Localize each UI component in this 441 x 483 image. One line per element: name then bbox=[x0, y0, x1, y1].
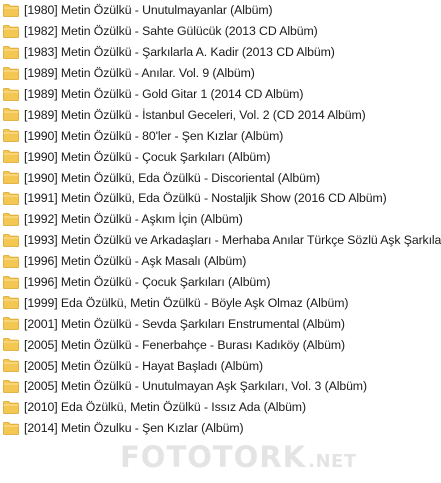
folder-item[interactable]: [2014] Metin Özulku - Şen Kızlar (Albüm) bbox=[0, 418, 441, 439]
folder-item[interactable]: [2005] Metin Özülkü - Unutulmayan Aşk Şa… bbox=[0, 376, 441, 397]
folder-item[interactable]: [1980] Metin Özülkü - Unutulmayanlar (Al… bbox=[0, 0, 441, 21]
folder-name: [2001] Metin Özülkü - Sevda Şarkıları En… bbox=[24, 316, 345, 331]
folder-name: [2010] Eda Özülkü, Metin Özülkü - Issız … bbox=[24, 400, 306, 415]
folder-item[interactable]: [2001] Metin Özülkü - Sevda Şarkıları En… bbox=[0, 313, 441, 334]
folder-icon bbox=[3, 4, 19, 17]
folder-item[interactable]: [1990] Metin Özülkü - Çocuk Şarkıları (A… bbox=[0, 146, 441, 167]
folder-item[interactable]: [1990] Metin Özülkü, Eda Özülkü - Discor… bbox=[0, 167, 441, 188]
folder-name: [1996] Metin Özülkü - Aşk Masalı (Albüm) bbox=[24, 254, 247, 269]
folder-name: [1999] Eda Özülkü, Metin Özülkü - Böyle … bbox=[24, 295, 349, 310]
folder-name: [1992] Metin Özülkü - Aşkım İçin (Albüm) bbox=[24, 212, 243, 227]
folder-icon bbox=[3, 400, 19, 414]
folder-item[interactable]: [2010] Eda Özülkü, Metin Özülkü - Issız … bbox=[0, 397, 441, 418]
folder-list: [1980] Metin Özülkü - Unutulmayanlar (Al… bbox=[0, 0, 441, 439]
folder-icon bbox=[3, 254, 19, 268]
folder-item[interactable]: [2005] Metin Özülkü - Hayat Başladı (Alb… bbox=[0, 355, 441, 376]
folder-name: [2005] Metin Özülkü - Fenerbahçe - Buras… bbox=[24, 337, 345, 352]
folder-icon bbox=[3, 150, 19, 164]
folder-name: [1980] Metin Özülkü - Unutulmayanlar (Al… bbox=[24, 3, 273, 18]
folder-name: [1996] Metin Özülkü - Çocuk Şarkıları (A… bbox=[24, 275, 271, 290]
folder-name: [2005] Metin Özülkü - Unutulmayan Aşk Şa… bbox=[24, 379, 367, 394]
watermark-logo: FOTOTORK .NET bbox=[120, 440, 360, 474]
folder-icon bbox=[3, 129, 19, 143]
folder-item[interactable]: [1996] Metin Özülkü - Aşk Masalı (Albüm) bbox=[0, 251, 441, 272]
folder-icon bbox=[3, 66, 19, 80]
folder-icon bbox=[3, 359, 19, 372]
folder-item[interactable]: [1990] Metin Özülkü - 80'ler - Şen Kızla… bbox=[0, 125, 441, 146]
folder-item[interactable]: [1992] Metin Özülkü - Aşkım İçin (Albüm) bbox=[0, 209, 441, 230]
folder-icon bbox=[3, 421, 19, 435]
folder-name: [1990] Metin Özülkü - 80'ler - Şen Kızla… bbox=[24, 128, 284, 143]
folder-name: [1989] Metin Özülkü - Anılar. Vol. 9 (Al… bbox=[24, 66, 255, 81]
folder-icon bbox=[3, 192, 19, 205]
folder-name: [1993] Metin Özülkü ve Arkadaşları - Mer… bbox=[24, 233, 441, 248]
folder-item[interactable]: [1993] Metin Özülkü ve Arkadaşları - Mer… bbox=[0, 230, 441, 251]
folder-icon bbox=[3, 45, 19, 59]
folder-item[interactable]: [1989] Metin Özülkü - Anılar. Vol. 9 (Al… bbox=[0, 63, 441, 84]
folder-name: [1983] Metin Özülkü - Şarkılarla A. Kadi… bbox=[24, 45, 335, 60]
folder-icon bbox=[3, 380, 19, 393]
folder-icon bbox=[3, 338, 19, 352]
folder-name: [1991] Metin Özülkü, Eda Özülkü - Nostal… bbox=[24, 191, 387, 206]
folder-item[interactable]: [1996] Metin Özülkü - Çocuk Şarkıları (A… bbox=[0, 272, 441, 293]
folder-item[interactable]: [1989] Metin Özülkü - İstanbul Geceleri,… bbox=[0, 104, 441, 125]
folder-name: [2014] Metin Özulku - Şen Kızlar (Albüm) bbox=[24, 421, 244, 436]
folder-icon bbox=[3, 317, 19, 331]
folder-item[interactable]: [1982] Metin Özülkü - Sahte Gülücük (201… bbox=[0, 21, 441, 42]
folder-icon bbox=[3, 87, 19, 101]
folder-name: [1989] Metin Özülkü - İstanbul Geceleri,… bbox=[24, 107, 366, 122]
folder-name: [1982] Metin Özülkü - Sahte Gülücük (201… bbox=[24, 24, 318, 39]
folder-name: [1990] Metin Özülkü - Çocuk Şarkıları (A… bbox=[24, 149, 271, 164]
folder-icon bbox=[3, 171, 19, 184]
folder-icon bbox=[3, 24, 19, 38]
folder-icon bbox=[3, 233, 19, 247]
folder-name: [1990] Metin Özülkü, Eda Özülkü - Discor… bbox=[24, 170, 320, 185]
folder-icon bbox=[3, 108, 19, 122]
folder-name: [2005] Metin Özülkü - Hayat Başladı (Alb… bbox=[24, 358, 264, 373]
folder-item[interactable]: [2005] Metin Özülkü - Fenerbahçe - Buras… bbox=[0, 334, 441, 355]
folder-icon bbox=[3, 275, 19, 289]
folder-name: [1989] Metin Özülkü - Gold Gitar 1 (2014… bbox=[24, 87, 304, 101]
watermark-suffix-text: .NET bbox=[308, 451, 357, 472]
folder-icon bbox=[3, 212, 19, 226]
folder-item[interactable]: [1999] Eda Özülkü, Metin Özülkü - Böyle … bbox=[0, 292, 441, 313]
folder-item[interactable]: [1989] Metin Özülkü - Gold Gitar 1 (2014… bbox=[0, 84, 441, 105]
folder-item[interactable]: [1983] Metin Özülkü - Şarkılarla A. Kadi… bbox=[0, 42, 441, 63]
folder-item[interactable]: [1991] Metin Özülkü, Eda Özülkü - Nostal… bbox=[0, 188, 441, 209]
folder-icon bbox=[3, 296, 19, 310]
watermark-main-text: FOTOTORK bbox=[120, 440, 307, 474]
